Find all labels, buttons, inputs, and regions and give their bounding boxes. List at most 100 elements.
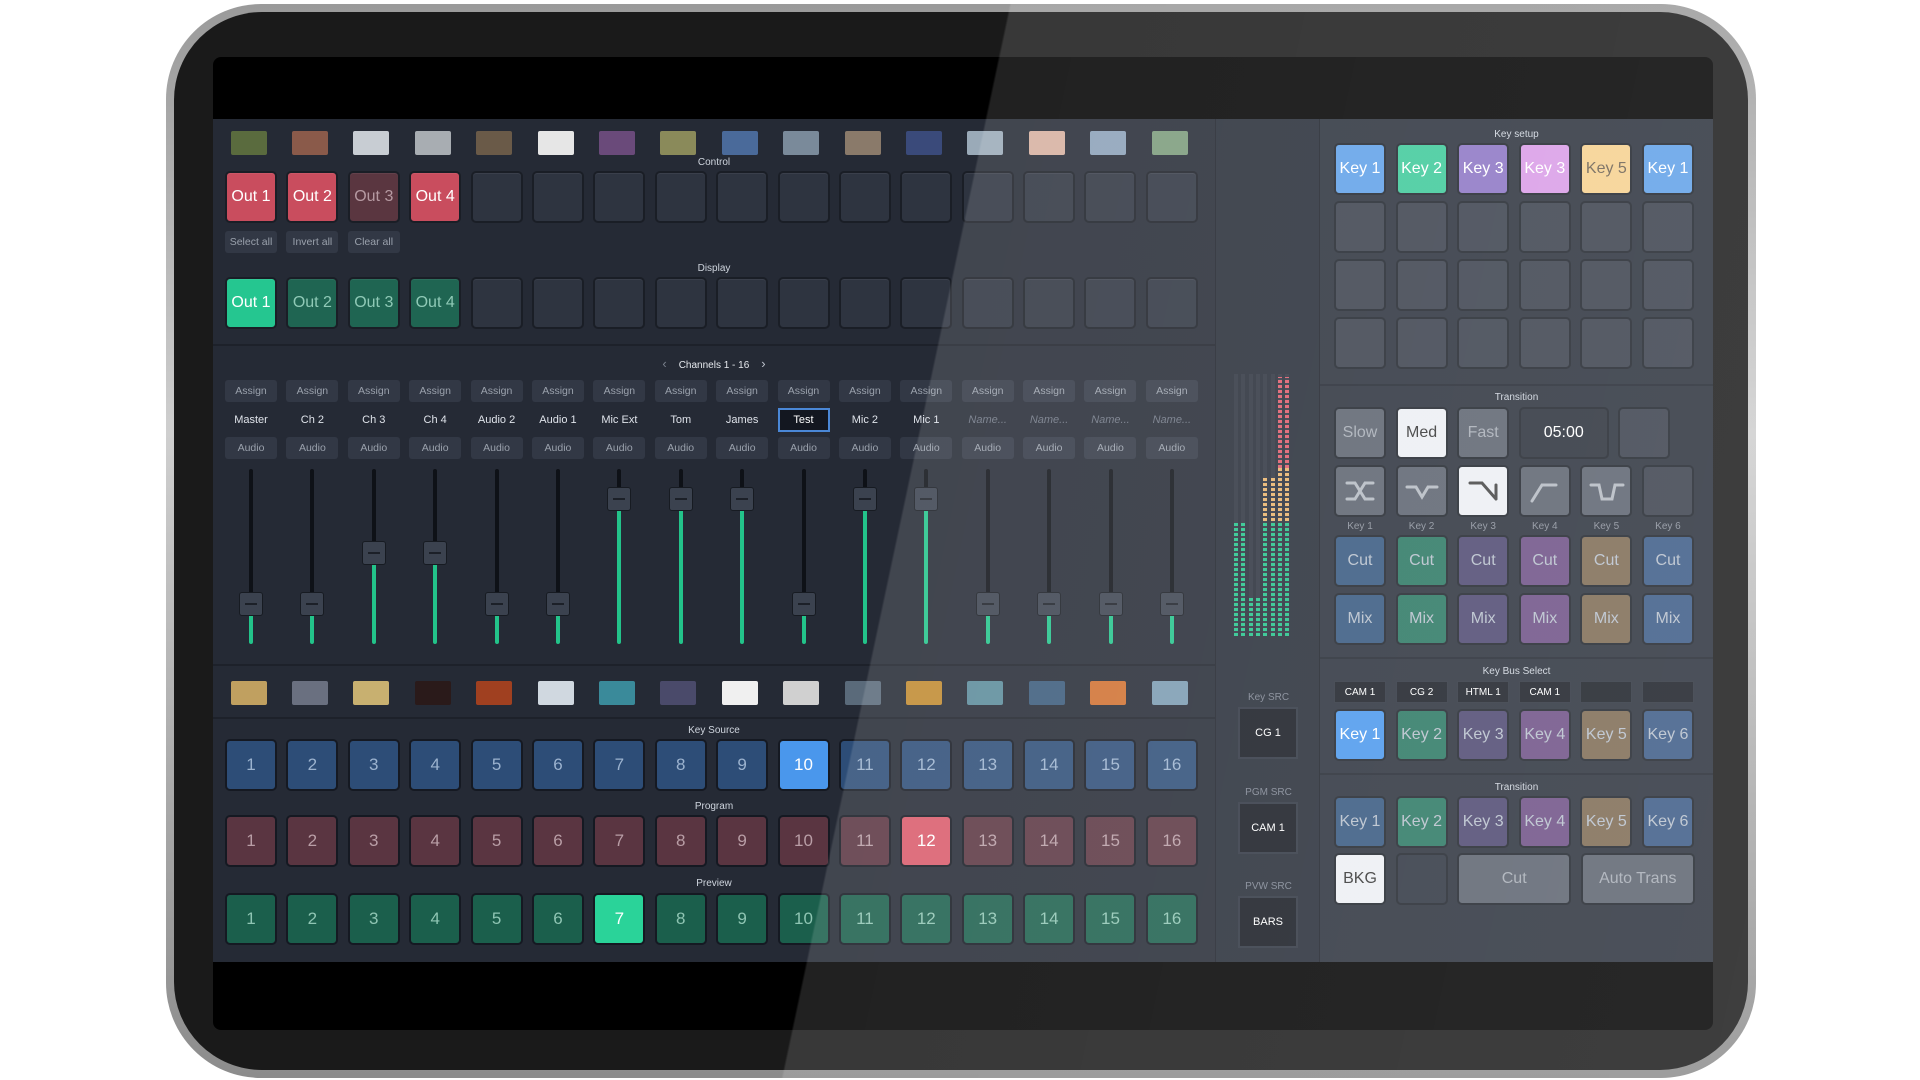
display-empty-button[interactable] (531, 277, 584, 329)
preview-button[interactable]: 5 (470, 893, 523, 945)
key-setup-empty[interactable] (1334, 317, 1386, 369)
control-empty-button[interactable] (900, 171, 953, 223)
cut-button[interactable]: Cut (1580, 535, 1633, 587)
key-source-button[interactable]: 1 (225, 739, 277, 791)
audio-button[interactable]: Audio (1084, 437, 1137, 459)
mix-button[interactable]: Mix (1395, 593, 1448, 645)
channel-name-field[interactable]: Audio 1 (532, 408, 584, 432)
assign-button[interactable]: Assign (838, 380, 891, 402)
control-empty-button[interactable] (838, 171, 891, 223)
key-setup-empty[interactable] (1580, 201, 1633, 253)
key-source-button[interactable]: 3 (347, 739, 400, 791)
key-source-button[interactable]: 12 (900, 739, 953, 791)
fader-handle[interactable] (239, 592, 263, 616)
assign-button[interactable]: Assign (470, 380, 523, 402)
display-empty-button[interactable] (1023, 277, 1076, 329)
preview-button[interactable]: 9 (716, 893, 769, 945)
program-button[interactable]: 8 (654, 815, 707, 867)
source-thumbnail[interactable] (402, 675, 463, 711)
control-empty-button[interactable] (1145, 171, 1198, 223)
transition-empty[interactable] (1618, 407, 1671, 459)
prev-channels-icon[interactable]: ‹ (662, 356, 666, 371)
source-thumbnail[interactable] (279, 125, 340, 161)
preview-button[interactable]: 13 (961, 893, 1014, 945)
source-thumbnail[interactable] (341, 675, 402, 711)
display-empty-button[interactable] (654, 277, 707, 329)
cut-button-main[interactable]: Cut (1457, 853, 1572, 905)
program-button[interactable]: 15 (1084, 815, 1137, 867)
key-source-button[interactable]: 13 (961, 739, 1014, 791)
key-setup-button[interactable]: Key 5 (1580, 143, 1633, 195)
control-empty-button[interactable] (1084, 171, 1137, 223)
source-thumbnail[interactable] (709, 125, 770, 161)
source-thumbnail[interactable] (648, 675, 709, 711)
source-thumbnail[interactable] (893, 675, 954, 711)
control-empty-button[interactable] (961, 171, 1014, 223)
source-thumbnail[interactable] (525, 675, 586, 711)
control-out-button[interactable]: Out 1 (225, 171, 277, 223)
transition-key-button[interactable]: Key 5 (1580, 796, 1633, 848)
key-setup-empty[interactable] (1580, 259, 1633, 311)
auto-trans-button[interactable]: Auto Trans (1580, 853, 1695, 905)
source-thumbnail[interactable] (586, 675, 647, 711)
cut-button[interactable]: Cut (1334, 535, 1386, 587)
key-setup-empty[interactable] (1518, 317, 1571, 369)
fader-handle[interactable] (423, 541, 448, 565)
fader-handle[interactable] (791, 592, 816, 616)
key-source-button[interactable]: 2 (286, 739, 339, 791)
pgm-src-value[interactable]: CAM 1 (1238, 802, 1298, 854)
key-setup-empty[interactable] (1395, 201, 1448, 253)
cut-button[interactable]: Cut (1395, 535, 1448, 587)
assign-button[interactable]: Assign (347, 380, 400, 402)
key-source-button[interactable]: 10 (777, 739, 830, 791)
control-empty-button[interactable] (531, 171, 584, 223)
source-thumbnail[interactable] (893, 125, 954, 161)
preview-button[interactable]: 1 (225, 893, 277, 945)
curve-button[interactable] (1395, 465, 1448, 517)
assign-button[interactable]: Assign (777, 380, 830, 402)
key-setup-empty[interactable] (1334, 201, 1386, 253)
program-button[interactable]: 4 (409, 815, 462, 867)
transition-empty[interactable] (1395, 853, 1448, 905)
source-thumbnail[interactable] (525, 125, 586, 161)
mix-button[interactable]: Mix (1457, 593, 1510, 645)
display-empty-button[interactable] (470, 277, 523, 329)
display-out-button[interactable]: Out 2 (286, 277, 339, 329)
key-setup-empty[interactable] (1457, 259, 1510, 311)
audio-button[interactable]: Audio (1023, 437, 1076, 459)
source-thumbnail[interactable] (1077, 125, 1138, 161)
preview-button[interactable]: 7 (593, 893, 646, 945)
speed-button[interactable]: Slow (1334, 407, 1386, 459)
key-setup-button[interactable]: Key 1 (1641, 143, 1694, 195)
channel-name-field[interactable]: Master (225, 408, 277, 432)
fader-handle[interactable] (1160, 592, 1184, 616)
key-setup-button[interactable]: Key 2 (1395, 143, 1448, 195)
control-out-button[interactable]: Out 4 (409, 171, 462, 223)
fader-handle[interactable] (1037, 592, 1062, 616)
source-thumbnail[interactable] (832, 675, 893, 711)
source-thumbnail[interactable] (464, 125, 525, 161)
key-source-button[interactable]: 14 (1023, 739, 1076, 791)
key-source-button[interactable]: 8 (654, 739, 707, 791)
fader-handle[interactable] (853, 487, 877, 511)
key-bus-source[interactable]: CAM 1 (1334, 681, 1386, 703)
pvw-src-value[interactable]: BARS (1238, 896, 1298, 948)
source-thumbnail[interactable] (341, 125, 402, 161)
channel-name-field[interactable]: Mic 2 (839, 408, 891, 432)
transition-key-button[interactable]: Key 6 (1641, 796, 1694, 848)
audio-button[interactable]: Audio (961, 437, 1014, 459)
source-thumbnail[interactable] (1016, 125, 1077, 161)
program-button[interactable]: 10 (777, 815, 830, 867)
program-button[interactable]: 5 (470, 815, 523, 867)
display-empty-button[interactable] (1145, 277, 1198, 329)
key-setup-empty[interactable] (1641, 201, 1694, 253)
program-button[interactable]: 14 (1023, 815, 1076, 867)
assign-button[interactable]: Assign (900, 380, 953, 402)
key-source-button[interactable]: 16 (1145, 739, 1198, 791)
audio-button[interactable]: Audio (900, 437, 953, 459)
channel-name-field[interactable]: Tom (655, 408, 707, 432)
assign-button[interactable]: Assign (1084, 380, 1137, 402)
curve-button[interactable] (1457, 465, 1510, 517)
control-action-button[interactable]: Clear all (347, 231, 400, 253)
audio-button[interactable]: Audio (286, 437, 339, 459)
